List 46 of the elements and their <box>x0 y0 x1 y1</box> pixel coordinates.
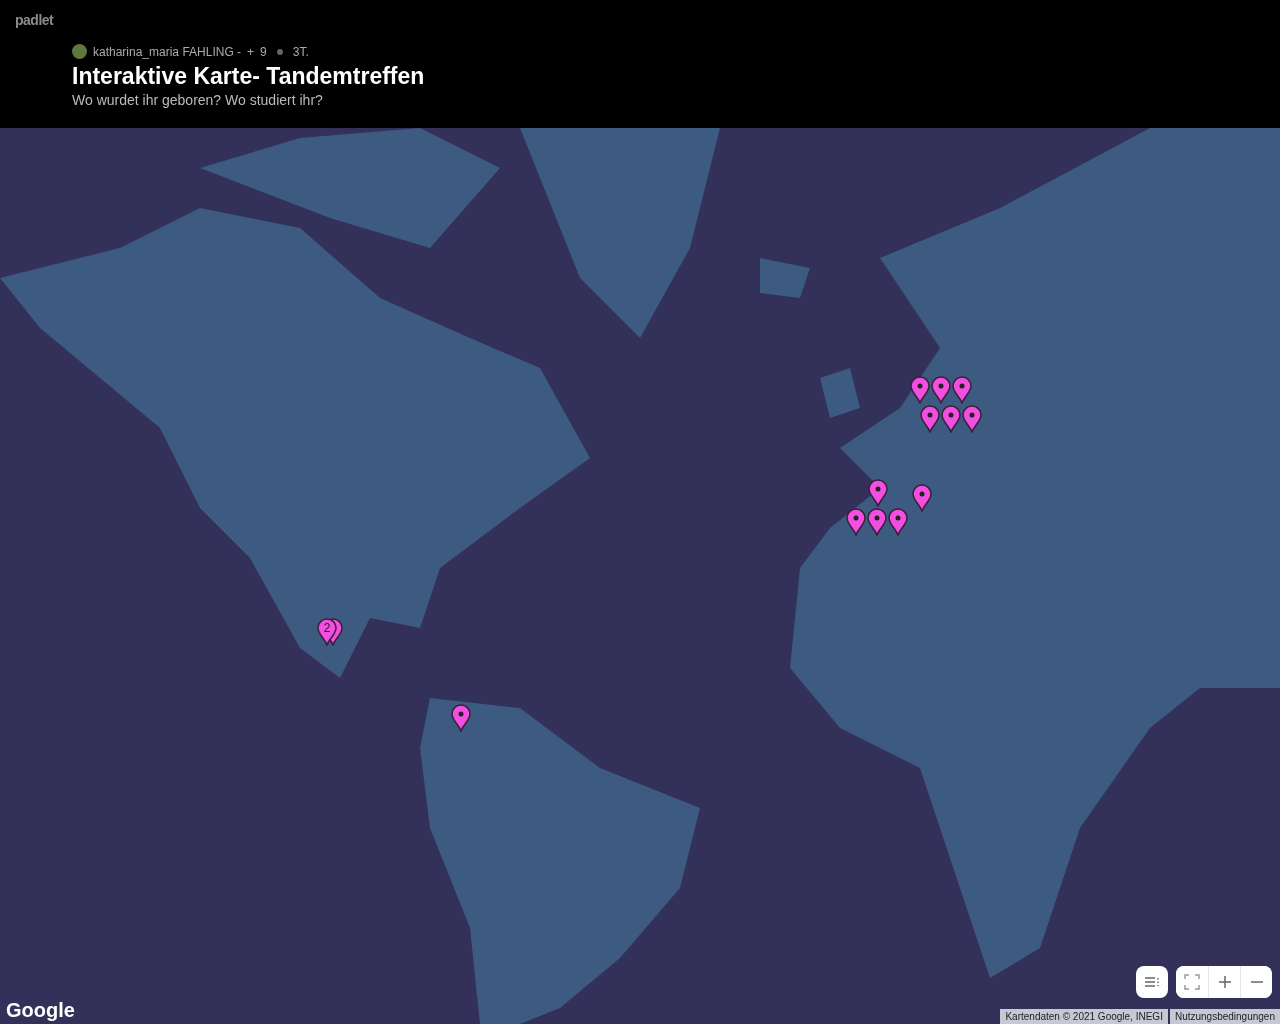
list-icon <box>1144 976 1160 988</box>
post-age: 3T. <box>292 44 309 59</box>
map-attribution: Kartendaten © 2021 Google, INEGI <box>1000 1009 1168 1024</box>
pin-icon <box>952 376 972 404</box>
pin-icon <box>962 405 982 433</box>
board-subtitle: Wo wurdet ihr geboren? Wo studiert ihr? <box>72 92 324 108</box>
map-pin[interactable] <box>846 508 866 536</box>
cluster-pin[interactable]: 2 <box>317 618 343 646</box>
map-pin[interactable] <box>910 376 930 404</box>
author-name: katharina_maria FAHLING - <box>93 44 242 59</box>
plus-sign: + <box>247 44 255 59</box>
separator-dot <box>276 48 283 55</box>
brand-logo[interactable]: padlet <box>15 12 54 28</box>
fullscreen-icon <box>1184 974 1200 990</box>
pin-icon <box>941 405 961 433</box>
map-pin[interactable] <box>868 479 888 507</box>
pin-icon <box>910 376 930 404</box>
pin-icon <box>451 704 471 732</box>
map-pin[interactable] <box>920 405 940 433</box>
map-pin[interactable] <box>941 405 961 433</box>
pin-icon <box>912 484 932 512</box>
pin-icon <box>868 479 888 507</box>
map-pin[interactable] <box>912 484 932 512</box>
contributor-count: 9 <box>260 44 267 59</box>
pin-icon <box>888 508 908 536</box>
map-pin[interactable] <box>888 508 908 536</box>
pin-icon <box>846 508 866 536</box>
avatar <box>72 44 87 59</box>
map-pin[interactable] <box>962 405 982 433</box>
pin-icon <box>867 508 887 536</box>
island-drawing <box>820 368 860 418</box>
pin-icon <box>931 376 951 404</box>
island-drawing <box>760 258 810 298</box>
plus-icon <box>1217 975 1232 989</box>
map-pin[interactable] <box>867 508 887 536</box>
map-pin[interactable] <box>952 376 972 404</box>
pin-count: 2 <box>322 621 332 635</box>
board-title: Interaktive Karte- Tandemtreffen <box>72 63 426 90</box>
map-pin[interactable] <box>451 704 471 732</box>
map-background[interactable]: 2 Google Kartendaten © 2021 Google, INEGI Nutzungsbedingungen <box>0 128 1280 1024</box>
map-pin[interactable] <box>931 376 951 404</box>
terms-link[interactable]: Nutzungsbedingungen <box>1169 1009 1280 1024</box>
zoom-out-button[interactable] <box>1240 966 1272 998</box>
pin-icon <box>317 618 343 646</box>
pin-icon <box>920 405 940 433</box>
map-logo: Google <box>6 999 75 1022</box>
